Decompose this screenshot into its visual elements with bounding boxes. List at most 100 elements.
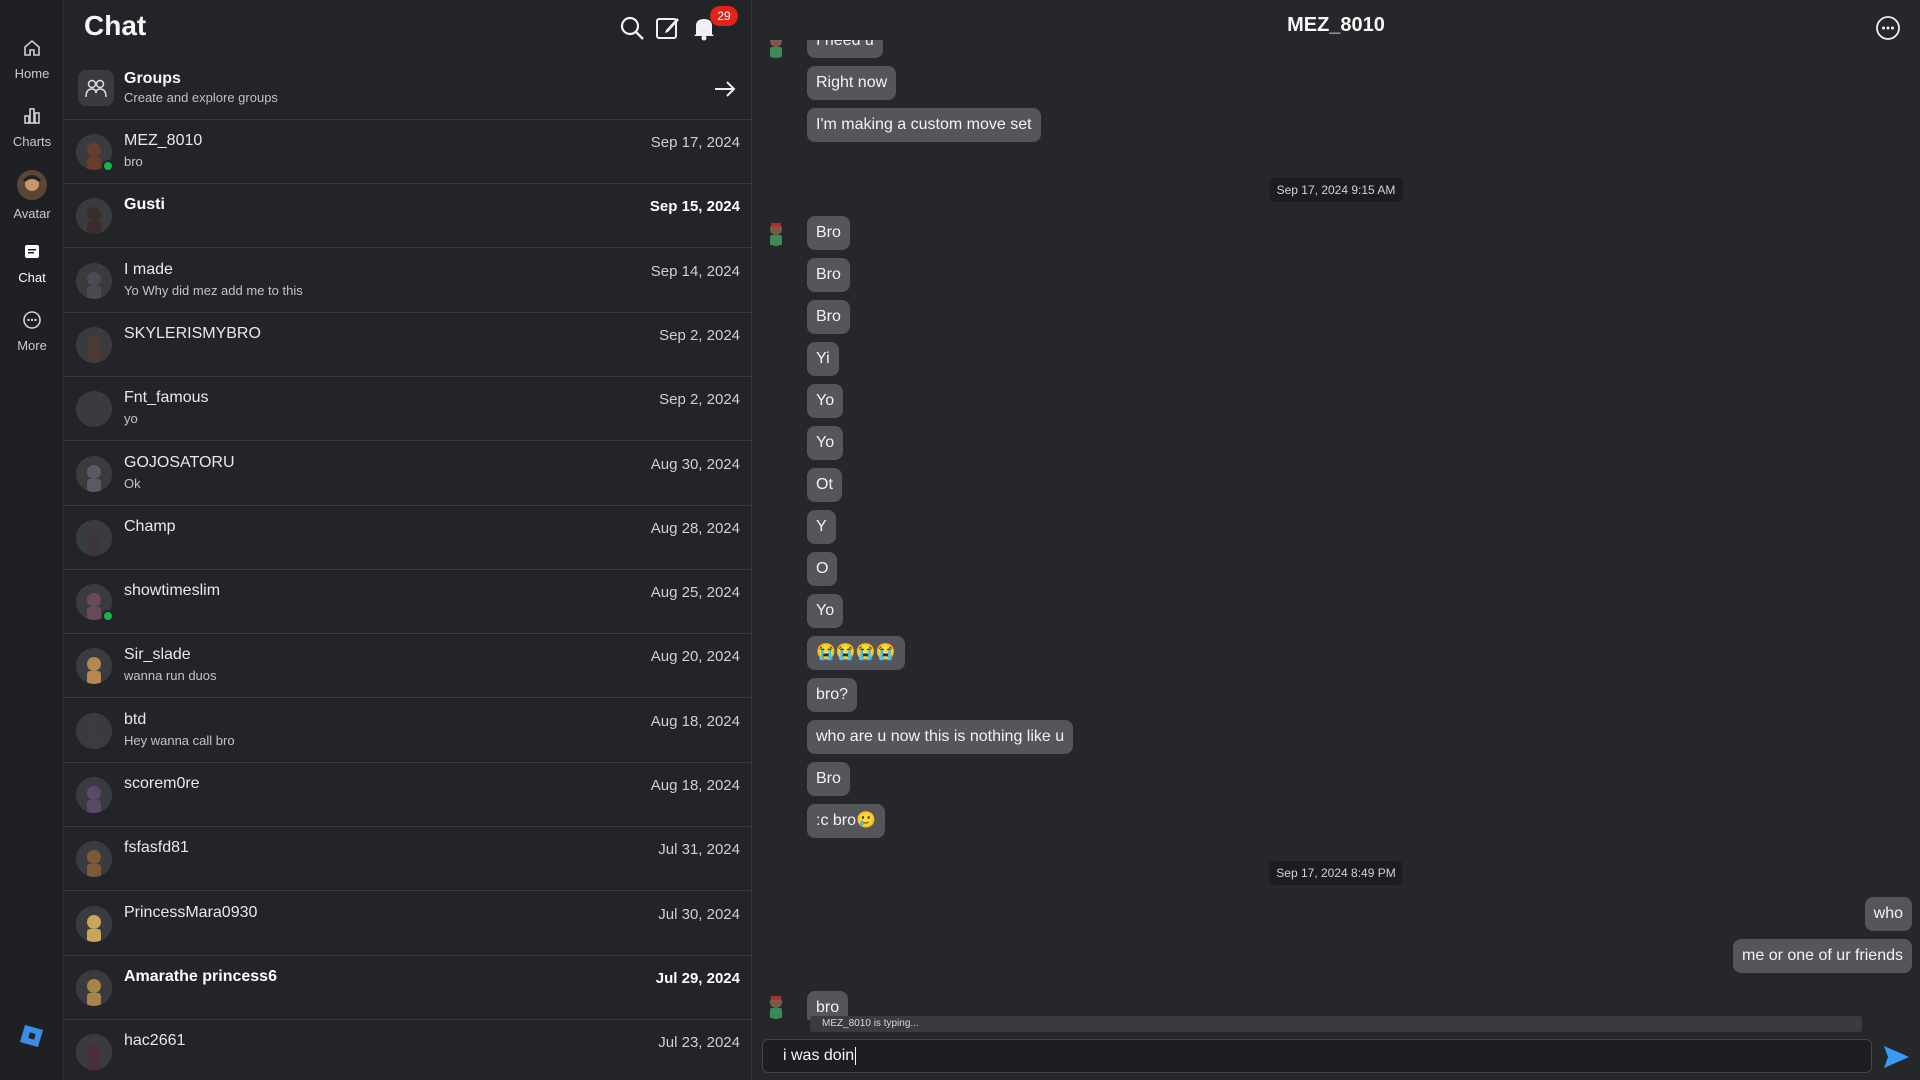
incoming-message[interactable]: :c bro🥲 — [807, 804, 885, 838]
groups-subtitle: Create and explore groups — [124, 90, 278, 105]
text-caret — [855, 1046, 857, 1065]
groups-icon — [78, 70, 114, 106]
message-input[interactable]: i was doin — [762, 1039, 1872, 1073]
nav-avatar[interactable]: Avatar — [0, 170, 64, 230]
sender-avatar[interactable] — [762, 40, 790, 58]
conversation-title[interactable]: MEZ_8010 — [752, 14, 1920, 37]
conversation-row[interactable]: fsfasfd81 Jul 31, 2024 — [64, 827, 751, 892]
conversation-row[interactable]: PrincessMara0930 Jul 30, 2024 — [64, 892, 751, 956]
chat-list-header: Chat 29 — [64, 0, 751, 56]
conversation-row[interactable]: Fnt_famous yo Sep 2, 2024 — [64, 377, 751, 442]
typing-indicator: MEZ_8010 is typing... — [810, 1016, 1862, 1032]
conversation-row[interactable]: hac2661 Jul 23, 2024 — [64, 1020, 751, 1080]
avatar — [76, 712, 112, 749]
conversation-preview: Hey wanna call bro — [124, 732, 235, 748]
sender-avatar[interactable] — [762, 991, 790, 1019]
outgoing-message[interactable]: who — [1864, 897, 1912, 931]
send-icon[interactable] — [1882, 1044, 1910, 1070]
incoming-message[interactable]: Right now — [807, 66, 897, 100]
roblox-logo[interactable] — [20, 1024, 44, 1048]
nav-avatar-label: Avatar — [13, 206, 51, 221]
incoming-message[interactable]: Ot — [807, 468, 842, 502]
message-input-value: i was doin — [783, 1047, 855, 1064]
sender-avatar[interactable] — [762, 218, 790, 246]
incoming-message[interactable]: I'm making a custom move set — [807, 108, 1041, 142]
avatar — [76, 777, 112, 813]
conversation-date: Aug 25, 2024 — [650, 584, 740, 602]
conversation-preview: Yo Why did mez add me to this — [124, 282, 303, 298]
chat-list-title: Chat — [84, 10, 147, 41]
avatar — [76, 648, 112, 685]
outgoing-message[interactable]: me or one of ur friends — [1733, 939, 1912, 973]
conversation-row[interactable]: MEZ_8010 bro Sep 17, 2024 — [64, 120, 751, 184]
incoming-message[interactable]: Y — [807, 510, 836, 544]
nav-home[interactable]: Home — [0, 36, 64, 96]
conversation-preview: wanna run duos — [124, 668, 217, 684]
avatar — [76, 455, 112, 492]
conversation-name: hac2661 — [124, 1032, 186, 1050]
nav-charts[interactable]: Charts — [0, 104, 64, 164]
conversation-row[interactable]: Champ Aug 28, 2024 — [64, 506, 751, 570]
avatar — [76, 198, 112, 235]
conversation-date: Sep 17, 2024 — [650, 134, 740, 151]
incoming-message[interactable]: Bro — [807, 258, 850, 292]
incoming-message[interactable]: O — [807, 552, 838, 586]
avatar — [76, 391, 112, 428]
incoming-message[interactable]: Bro — [807, 300, 850, 334]
incoming-message[interactable]: Yo — [807, 426, 844, 460]
groups-row[interactable]: Groups Create and explore groups — [64, 56, 751, 120]
conversation-preview: bro — [124, 154, 143, 169]
search-icon[interactable] — [618, 14, 646, 42]
nav-chat-label: Chat — [18, 270, 46, 285]
conversation-date: Jul 29, 2024 — [655, 969, 740, 987]
conversation-row[interactable]: Amarathe princess6 Jul 29, 2024 — [64, 956, 751, 1020]
conversation-row[interactable]: Gusti Sep 15, 2024 — [64, 184, 751, 249]
avatar — [76, 969, 112, 1006]
avatar-icon — [17, 170, 47, 200]
conversation-date: Sep 2, 2024 — [659, 326, 740, 344]
conversation-row[interactable]: I made Yo Why did mez add me to this Sep 1… — [64, 249, 751, 313]
avatar — [76, 1034, 112, 1071]
message-thread: I need u Right now I'm making a custom mov… — [752, 40, 1920, 1020]
avatar — [76, 905, 112, 942]
incoming-message[interactable]: who are u now this is nothing like u — [807, 720, 1074, 754]
conversation-panel: MEZ_8010 I need u Right now I'm making a c… — [752, 0, 1920, 1080]
online-status-dot — [102, 610, 114, 623]
conversation-name: GOJOSATORU — [124, 453, 235, 471]
avatar — [76, 326, 112, 363]
nav-more-label: More — [17, 338, 47, 353]
conversation-row[interactable]: GOJOSATORU Ok Aug 30, 2024 — [64, 442, 751, 506]
conversation-date: Aug 30, 2024 — [650, 455, 740, 473]
conversation-row[interactable]: showtimeslim Aug 25, 2024 — [64, 570, 751, 635]
conversation-name: btd — [124, 710, 147, 728]
avatar — [76, 519, 112, 556]
incoming-message[interactable]: Yo — [807, 384, 844, 418]
conversation-preview: yo — [124, 411, 138, 427]
incoming-message[interactable]: Bro — [807, 216, 850, 250]
conversation-row[interactable]: Sir_sladewanna run duos Aug 20, 2024 — [64, 634, 751, 699]
conversation-row[interactable]: SKYLERISMYBRO Sep 2, 2024 — [64, 313, 751, 377]
groups-title: Groups — [124, 70, 181, 87]
incoming-message[interactable]: Bro — [807, 762, 850, 796]
conversation-name: Champ — [124, 517, 176, 535]
conversation-date: Aug 18, 2024 — [650, 777, 740, 794]
compose-icon[interactable] — [654, 14, 682, 42]
conversation-date: Sep 14, 2024 — [650, 262, 740, 280]
conversation-row[interactable]: scorem0re Aug 18, 2024 — [64, 763, 751, 827]
more-options-icon[interactable] — [1874, 14, 1902, 42]
conversation-name: fsfasfd81 — [124, 839, 189, 857]
nav-more[interactable]: More — [0, 308, 64, 368]
avatar — [76, 841, 112, 878]
conversation-name: Sir_slade — [124, 646, 191, 664]
incoming-message[interactable]: Yo — [807, 594, 844, 628]
conversation-row[interactable]: btd Hey wanna call bro Aug 18, 2024 — [64, 699, 751, 763]
conversation-date: Aug 20, 2024 — [650, 648, 740, 666]
incoming-message[interactable]: 😭😭😭😭 — [807, 636, 905, 670]
incoming-message[interactable]: bro? — [807, 678, 858, 712]
arrow-right-icon[interactable] — [712, 76, 738, 102]
nav-chat[interactable]: Chat — [0, 240, 64, 300]
incoming-message[interactable]: Yi — [807, 342, 839, 376]
incoming-message[interactable]: I need u — [807, 40, 883, 58]
conversation-date: Sep 15, 2024 — [649, 198, 740, 216]
conversation-name: scorem0re — [124, 775, 200, 792]
